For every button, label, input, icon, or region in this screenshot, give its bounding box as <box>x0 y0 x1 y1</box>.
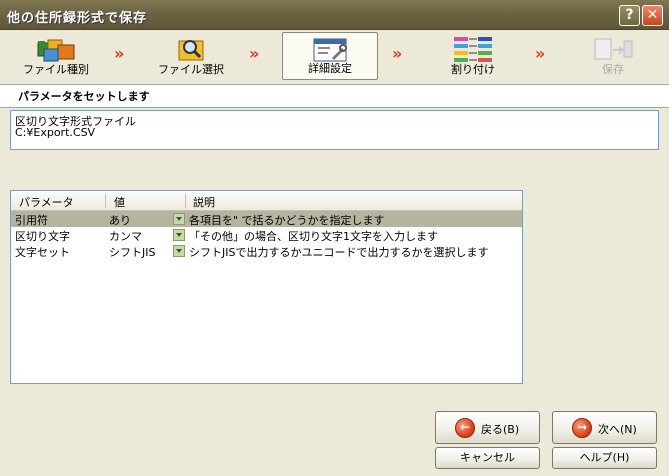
step-label: 詳細設定 <box>308 62 352 75</box>
table-row[interactable]: 文字セット シフトJIS シフトJISで出力するかユニコードで出力するかを選択し… <box>11 243 522 259</box>
column-separator[interactable] <box>185 194 186 208</box>
dropdown-arrow-icon[interactable] <box>173 213 185 225</box>
dropdown-arrow-icon[interactable] <box>173 245 185 257</box>
column-header-parameter[interactable]: パラメータ <box>19 194 74 210</box>
step-label: ファイル選択 <box>158 63 224 76</box>
value-cell[interactable]: あり <box>109 212 131 228</box>
param-cell: 区切り文字 <box>15 230 70 243</box>
back-arrow-icon: ← <box>455 418 475 438</box>
back-button-label: 戻る(B) <box>481 423 520 436</box>
divider <box>0 107 669 108</box>
file-path-text: C:¥Export.CSV <box>15 126 96 139</box>
next-button[interactable]: → 次へ(N) <box>552 411 657 444</box>
step-arrow-icon: » <box>392 44 403 63</box>
next-button-label: 次へ(N) <box>598 423 637 436</box>
save-disk-icon <box>594 38 633 60</box>
step-file-select: ファイル選択 <box>143 32 239 80</box>
step-arrow-icon: » <box>114 44 125 63</box>
step-save: 保存 <box>565 32 661 80</box>
mapping-icon <box>454 37 492 62</box>
cancel-button[interactable]: キャンセル <box>435 447 540 469</box>
param-cell: 引用符 <box>15 214 48 227</box>
column-header-description[interactable]: 説明 <box>193 194 215 210</box>
step-file-type: ファイル種別 <box>8 32 104 80</box>
step-label: 保存 <box>602 63 624 76</box>
back-button[interactable]: ← 戻る(B) <box>435 411 540 444</box>
description-cell: 各項目を" で括るかどうかを指定します <box>189 214 385 227</box>
file-info-box: 区切り文字形式ファイル C:¥Export.CSV <box>10 110 659 150</box>
title-bar: 他の住所録形式で保存 ? ✕ <box>0 0 669 30</box>
param-cell: 文字セット <box>15 246 70 259</box>
heading-text: パラメータをセットします <box>18 90 150 103</box>
step-label: ファイル種別 <box>23 63 89 76</box>
window-title: 他の住所録形式で保存 <box>7 11 148 26</box>
value-cell[interactable]: シフトJIS <box>109 244 155 260</box>
folder-search-icon <box>178 40 204 61</box>
parameter-grid[interactable]: パラメータ 値 説明 引用符 あり 各項目を" で括るかどうかを指定します 区切… <box>10 190 523 384</box>
table-row[interactable]: 引用符 あり 各項目を" で括るかどうかを指定します <box>11 211 522 227</box>
value-cell[interactable]: カンマ <box>109 228 142 244</box>
description-cell: シフトJISで出力するかユニコードで出力するかを選択します <box>189 246 489 259</box>
step-mapping: 割り付け <box>425 32 521 80</box>
next-arrow-icon: → <box>572 418 592 438</box>
dropdown-arrow-icon[interactable] <box>173 229 185 241</box>
table-row[interactable]: 区切り文字 カンマ 「その他」の場合、区切り文字1文字を入力します <box>11 227 522 243</box>
description-cell: 「その他」の場合、区切り文字1文字を入力します <box>189 230 438 243</box>
folders-icon <box>37 39 75 62</box>
section-heading: パラメータをセットします <box>0 85 669 107</box>
wizard-steps: ファイル種別 » ファイル選択 » 詳細設定 » 割り付け » 保存 <box>0 30 669 84</box>
grid-header: パラメータ 値 説明 <box>11 191 522 211</box>
step-label: 割り付け <box>451 63 495 76</box>
help-button[interactable]: ヘルプ(H) <box>552 447 657 469</box>
column-separator[interactable] <box>105 194 106 208</box>
step-arrow-icon: » <box>249 44 260 63</box>
close-button[interactable]: ✕ <box>642 5 663 26</box>
column-header-value[interactable]: 値 <box>114 194 125 210</box>
step-arrow-icon: » <box>535 44 546 63</box>
help-title-button[interactable]: ? <box>619 5 640 26</box>
step-details: 詳細設定 <box>282 32 378 80</box>
